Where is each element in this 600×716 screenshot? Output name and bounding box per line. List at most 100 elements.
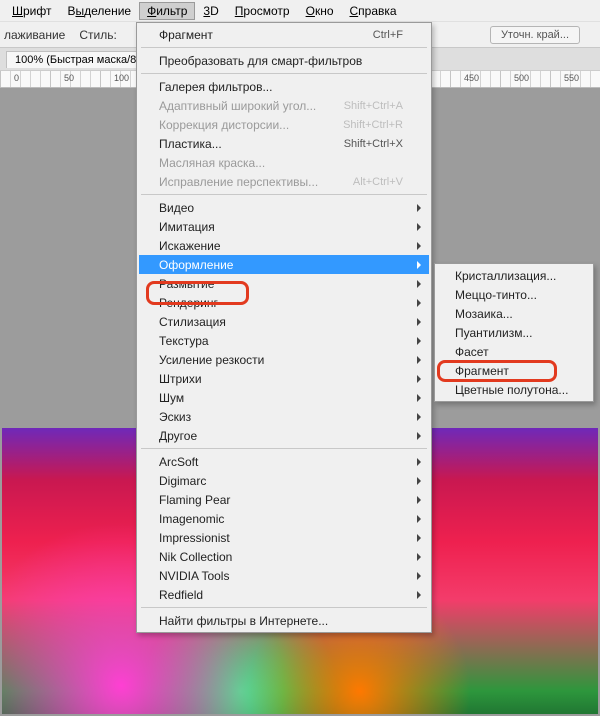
menu-item-label: Имитация — [159, 220, 215, 234]
anti-alias-label: лаживание — [4, 28, 69, 42]
menu-item-фильтр[interactable]: Фильтр — [139, 2, 195, 20]
menu-separator — [141, 448, 427, 449]
filter-menu-item[interactable]: Nik Collection — [139, 547, 429, 566]
chevron-right-icon — [417, 534, 421, 542]
filter-menu-item[interactable]: Видео — [139, 198, 429, 217]
chevron-right-icon — [417, 394, 421, 402]
filter-menu-item[interactable]: Найти фильтры в Интернете... — [139, 611, 429, 630]
filter-menu-item[interactable]: Штрихи — [139, 369, 429, 388]
filter-menu-item[interactable]: Усиление резкости — [139, 350, 429, 369]
menu-item-label: Видео — [159, 201, 194, 215]
filter-menu-item[interactable]: Искажение — [139, 236, 429, 255]
menu-item-label: Размытие — [159, 277, 214, 291]
menu-item-shortcut: Shift+Ctrl+A — [344, 100, 403, 112]
filter-menu-item[interactable]: Эскиз — [139, 407, 429, 426]
menu-separator — [141, 47, 427, 48]
menu-item-окно[interactable]: Окно — [298, 2, 342, 20]
menu-item-label: Масляная краска... — [159, 156, 265, 170]
menu-item-label: Imagenomic — [159, 512, 224, 526]
refine-edge-button[interactable]: Уточн. край... — [490, 26, 580, 44]
menu-item-label: Галерея фильтров... — [159, 80, 272, 94]
document-tab-title: 100% (Быстрая маска/8 — [15, 54, 136, 66]
chevron-right-icon — [417, 261, 421, 269]
filter-menu-item[interactable]: Impressionist — [139, 528, 429, 547]
filter-menu-item[interactable]: ФрагментCtrl+F — [139, 25, 429, 44]
menu-item-shortcut: Shift+Ctrl+R — [343, 119, 403, 131]
chevron-right-icon — [417, 496, 421, 504]
filter-menu-item: Коррекция дисторсии... Shift+Ctrl+R — [139, 115, 429, 134]
menu-item-label: Redfield — [159, 588, 203, 602]
ruler-mark: 550 — [564, 73, 579, 83]
chevron-right-icon — [417, 204, 421, 212]
menu-separator — [141, 73, 427, 74]
filter-menu-item[interactable]: Imagenomic — [139, 509, 429, 528]
filter-menu-item[interactable]: Шум — [139, 388, 429, 407]
menu-item-label: Эскиз — [159, 410, 191, 424]
menu-separator — [141, 194, 427, 195]
chevron-right-icon — [417, 223, 421, 231]
filter-menu-item[interactable]: Redfield — [139, 585, 429, 604]
menu-item-3d[interactable]: 3D — [195, 2, 226, 20]
menu-item-label: NVIDIA Tools — [159, 569, 229, 583]
document-tab[interactable]: 100% (Быстрая маска/8 — [6, 51, 145, 68]
menu-item-label: Шум — [159, 391, 184, 405]
chevron-right-icon — [417, 242, 421, 250]
menu-item-label: Искажение — [159, 239, 221, 253]
menu-separator — [141, 607, 427, 608]
menu-item-выделение[interactable]: Выделение — [59, 2, 139, 20]
chevron-right-icon — [417, 572, 421, 580]
ruler-mark: 0 — [14, 73, 19, 83]
filter-menu-item[interactable]: Пластика... Shift+Ctrl+X — [139, 134, 429, 153]
menu-item-shortcut: Shift+Ctrl+X — [344, 138, 403, 150]
submenu-item[interactable]: Меццо-тинто... — [437, 285, 591, 304]
menu-item-label: Штрихи — [159, 372, 202, 386]
menu-bar: ШрифтВыделениеФильтр3DПросмотрОкноСправк… — [0, 0, 600, 22]
ruler-mark: 500 — [514, 73, 529, 83]
filter-menu-item[interactable]: NVIDIA Tools — [139, 566, 429, 585]
submenu-item[interactable]: Цветные полутона... — [437, 380, 591, 399]
submenu-item[interactable]: Кристаллизация... — [437, 266, 591, 285]
chevron-right-icon — [417, 337, 421, 345]
filter-menu-item[interactable]: Оформление — [139, 255, 429, 274]
filter-menu-item[interactable]: Текстура — [139, 331, 429, 350]
filter-menu-item[interactable]: Рендеринг — [139, 293, 429, 312]
filter-menu-item: Исправление перспективы...Alt+Ctrl+V — [139, 172, 429, 191]
submenu-item[interactable]: Фасет — [437, 342, 591, 361]
menu-item-label: Исправление перспективы... — [159, 175, 318, 189]
submenu-item[interactable]: Фрагмент — [437, 361, 591, 380]
menu-item-просмотр[interactable]: Просмотр — [227, 2, 298, 20]
menu-item-label: Flaming Pear — [159, 493, 230, 507]
filter-menu-item[interactable]: Имитация — [139, 217, 429, 236]
menu-item-label: Рендеринг — [159, 296, 218, 310]
chevron-right-icon — [417, 477, 421, 485]
filter-menu-item[interactable]: Стилизация — [139, 312, 429, 331]
chevron-right-icon — [417, 553, 421, 561]
filter-menu-item[interactable]: Преобразовать для смарт-фильтров — [139, 51, 429, 70]
menu-item-справка[interactable]: Справка — [342, 2, 405, 20]
style-label: Стиль: — [79, 28, 120, 42]
submenu-item[interactable]: Мозаика... — [437, 304, 591, 323]
menu-item-label: Digimarc — [159, 474, 206, 488]
filter-menu-item[interactable]: Digimarc — [139, 471, 429, 490]
menu-item-label: ArcSoft — [159, 455, 198, 469]
menu-item-label: Nik Collection — [159, 550, 232, 564]
submenu-item[interactable]: Пуантилизм... — [437, 323, 591, 342]
filter-menu-item[interactable]: Flaming Pear — [139, 490, 429, 509]
menu-item-label: Пластика... — [159, 137, 222, 151]
filter-menu-item[interactable]: Галерея фильтров... — [139, 77, 429, 96]
chevron-right-icon — [417, 591, 421, 599]
ruler-mark: 450 — [464, 73, 479, 83]
filter-menu-item[interactable]: Другое — [139, 426, 429, 445]
chevron-right-icon — [417, 515, 421, 523]
filter-menu-item: Масляная краска... — [139, 153, 429, 172]
menu-item-шрифт[interactable]: Шрифт — [4, 2, 59, 20]
chevron-right-icon — [417, 318, 421, 326]
menu-item-label: Коррекция дисторсии... — [159, 118, 289, 132]
filter-menu-item: Адаптивный широкий угол...Shift+Ctrl+A — [139, 96, 429, 115]
chevron-right-icon — [417, 375, 421, 383]
filter-menu-item[interactable]: Размытие — [139, 274, 429, 293]
menu-item-label: Оформление — [159, 258, 233, 272]
filter-menu-item[interactable]: ArcSoft — [139, 452, 429, 471]
menu-item-label: Преобразовать для смарт-фильтров — [159, 54, 362, 68]
menu-item-shortcut: Ctrl+F — [373, 29, 403, 41]
